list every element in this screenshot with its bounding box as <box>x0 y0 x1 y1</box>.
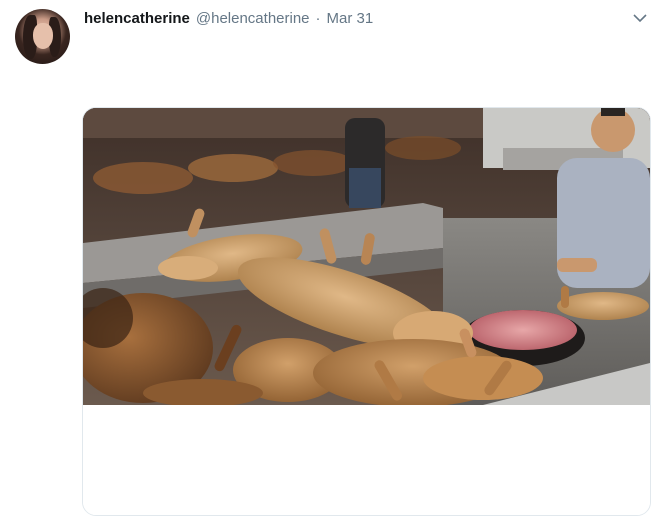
tweet-photo[interactable] <box>83 108 650 405</box>
separator-dot: · <box>315 10 321 27</box>
user-handle[interactable]: @helencatherine <box>196 10 310 27</box>
avatar-face <box>33 23 53 49</box>
tweet-header: helencatherine @helencatherine · Mar 31 <box>84 10 373 27</box>
photo-illustration <box>83 108 650 405</box>
avatar[interactable] <box>15 9 70 64</box>
card-body <box>83 405 650 515</box>
chevron-down-icon <box>633 13 647 22</box>
display-name[interactable]: helencatherine <box>84 10 190 27</box>
more-options-button[interactable] <box>630 10 650 26</box>
tweet[interactable]: helencatherine @helencatherine · Mar 31 <box>0 0 660 516</box>
media-card[interactable] <box>82 107 651 516</box>
timestamp[interactable]: Mar 31 <box>327 10 374 27</box>
